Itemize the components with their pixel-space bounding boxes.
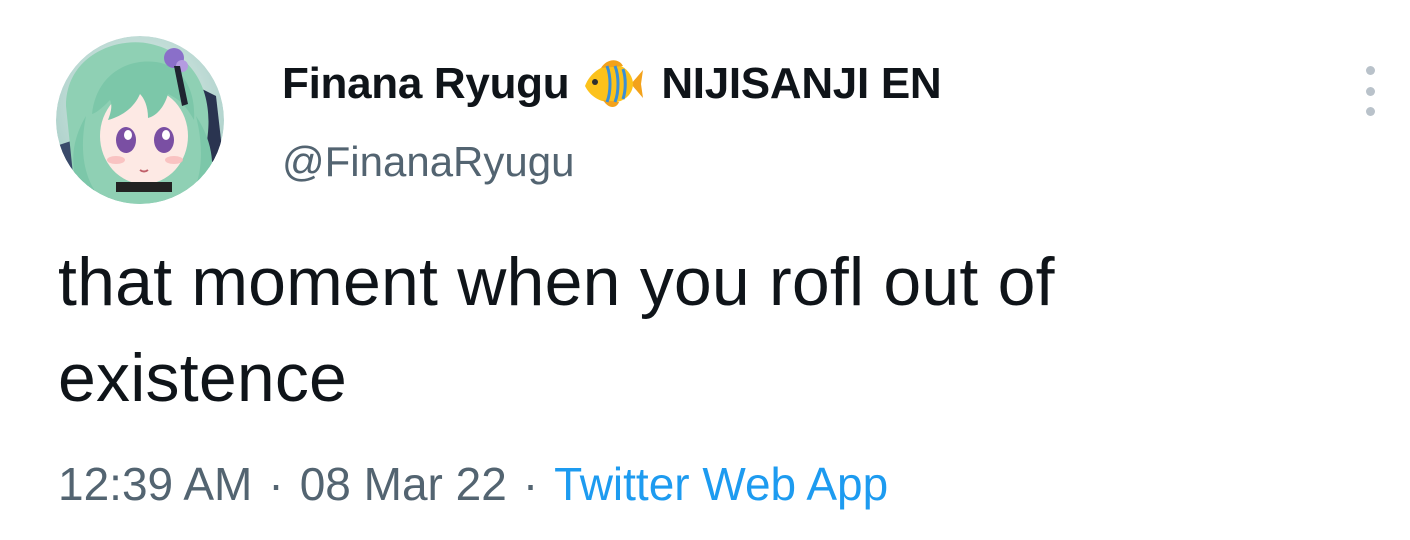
meta-separator: · — [268, 458, 284, 510]
meta-separator: · — [522, 458, 539, 510]
more-dot — [1365, 86, 1375, 96]
tweet-time[interactable]: 12:39 AM — [58, 457, 252, 511]
more-dot — [1365, 66, 1375, 75]
more-options-icon[interactable] — [1352, 66, 1388, 116]
user-handle[interactable]: @FinanaRyugu — [282, 138, 574, 186]
more-dot — [1365, 107, 1375, 116]
avatar-image — [56, 36, 224, 204]
user-name-row[interactable]: Finana Ryugu NIJISANJI EN — [282, 56, 942, 112]
tweet-text: that moment when you rofl out of existen… — [58, 244, 1055, 416]
tweet-meta: 12:39 AM · 08 Mar 22 · Twitter Web App — [58, 452, 888, 516]
tweet-source-link[interactable]: Twitter Web App — [554, 457, 888, 511]
display-name: Finana Ryugu — [282, 59, 570, 108]
tropical-fish-icon — [581, 56, 645, 112]
tweet-card: Finana Ryugu NIJISANJI EN @FinanaRyugu t… — [0, 0, 1410, 540]
tweet-date[interactable]: 08 Mar 22 — [300, 457, 507, 511]
affiliation-name: NIJISANJI EN — [661, 59, 942, 108]
avatar[interactable] — [56, 36, 224, 204]
